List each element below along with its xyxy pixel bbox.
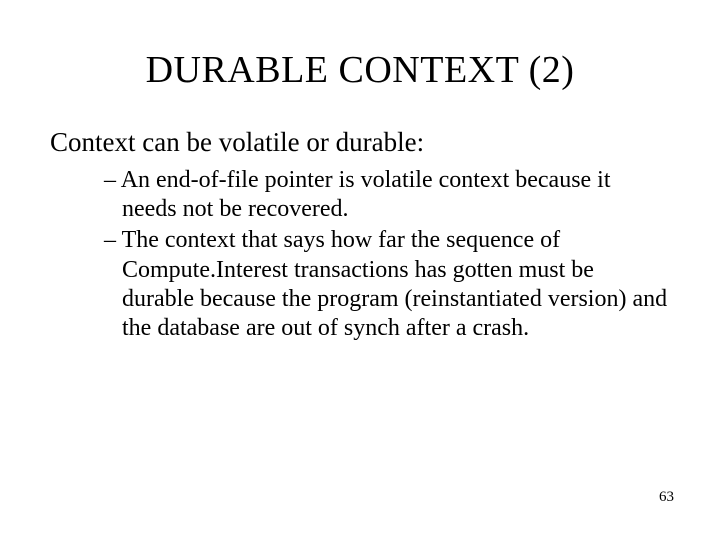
slide: DURABLE CONTEXT (2) Context can be volat… — [0, 0, 720, 540]
list-item: An end-of-file pointer is volatile conte… — [104, 166, 670, 225]
bullet-list: An end-of-file pointer is volatile conte… — [50, 166, 670, 344]
slide-title: DURABLE CONTEXT (2) — [50, 48, 670, 92]
intro-text: Context can be volatile or durable: — [50, 126, 670, 160]
page-number: 63 — [659, 489, 674, 506]
list-item: The context that says how far the sequen… — [104, 226, 670, 343]
